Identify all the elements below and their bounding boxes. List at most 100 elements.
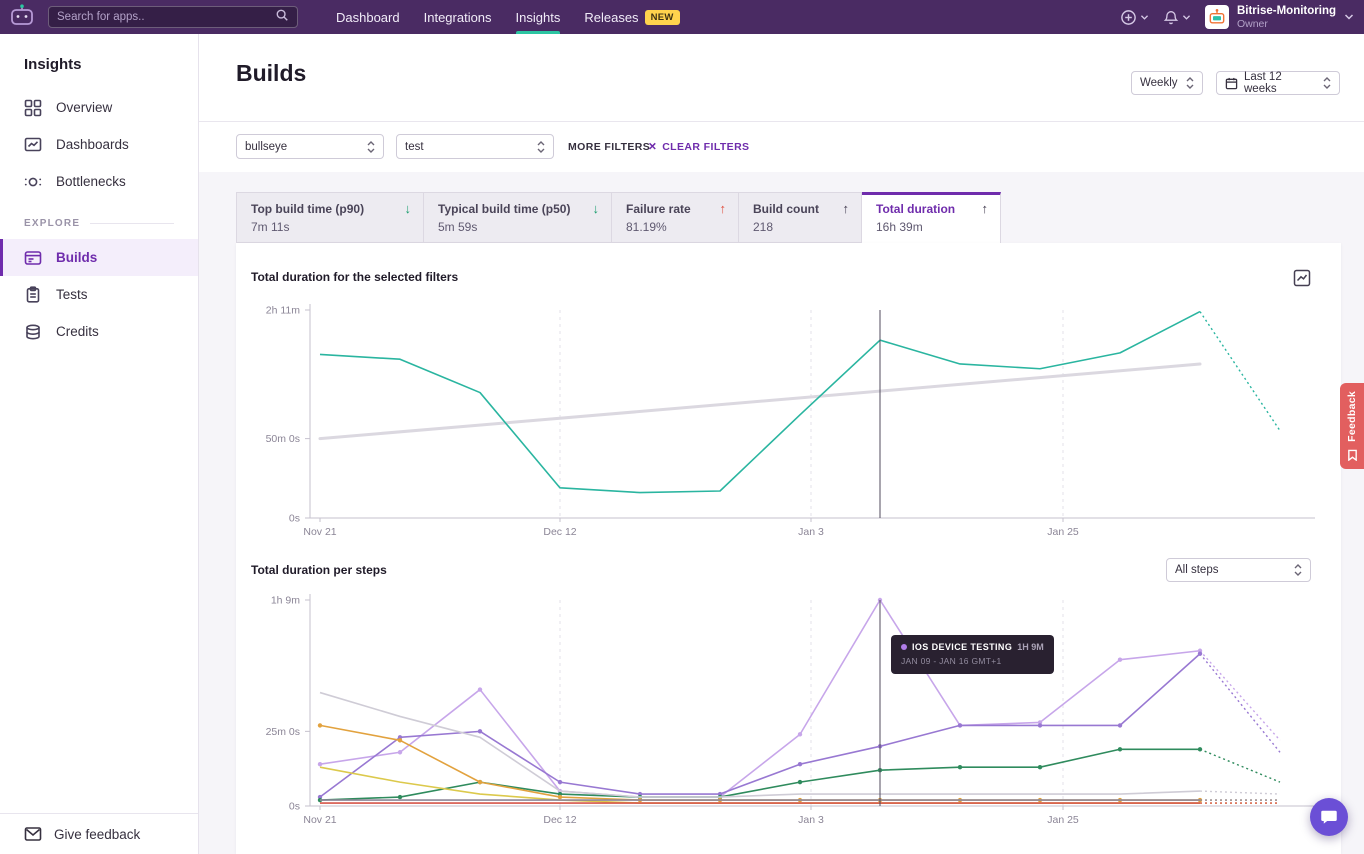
svg-text:Dec 12: Dec 12: [543, 526, 576, 538]
workspace-avatar: [1205, 5, 1229, 29]
tab-failure-rate[interactable]: Failure rate↑ 81.19%: [612, 192, 739, 243]
updown-chevrons-icon: [367, 141, 375, 153]
tooltip-value: 1H 9M: [1017, 642, 1044, 652]
bottleneck-icon: [24, 173, 42, 191]
sidebar-item-label: Bottlenecks: [56, 174, 126, 189]
svg-text:Jan 25: Jan 25: [1047, 526, 1079, 538]
section-divider: [90, 223, 174, 224]
primary-nav: Dashboard Integrations Insights Releases…: [336, 0, 680, 34]
metric-label: Top build time (p90): [251, 202, 364, 216]
date-range-select[interactable]: Last 12 weeks: [1216, 71, 1340, 95]
clear-x-icon: ✕: [648, 141, 657, 153]
chevron-down-icon: [1344, 13, 1354, 21]
nav-releases[interactable]: Releases NEW: [584, 0, 679, 34]
app-filter-select[interactable]: bullseye: [236, 134, 384, 159]
metric-tabs: Top build time (p90) ↓ 7m 11s Typical bui…: [236, 192, 1001, 243]
trend-up-icon: ↑: [974, 201, 989, 216]
chart-tooltip: IOS DEVICE TESTING 1H 9M JAN 09 - JAN 16…: [891, 635, 1054, 674]
new-badge: NEW: [645, 10, 680, 25]
metric-value: 81.19%: [626, 220, 726, 234]
nav-dashboard[interactable]: Dashboard: [336, 0, 400, 34]
bitrise-logo[interactable]: [8, 5, 36, 29]
feedback-side-tab[interactable]: Feedback: [1340, 383, 1364, 469]
plus-circle-icon: [1120, 9, 1137, 26]
period-select[interactable]: Weekly: [1131, 71, 1203, 95]
svg-text:50m 0s: 50m 0s: [266, 433, 300, 445]
nav-integrations[interactable]: Integrations: [424, 0, 492, 34]
tooltip-subtitle: JAN 09 - JAN 16 GMT+1: [901, 656, 1044, 666]
sidebar-item-label: Builds: [56, 250, 97, 265]
workflow-filter-select[interactable]: test: [396, 134, 554, 159]
navbar-right: Bitrise-Monitoring Owner: [1120, 5, 1354, 30]
sidebar-item-builds[interactable]: Builds: [0, 239, 198, 276]
svg-text:Nov 21: Nov 21: [303, 814, 336, 826]
chat-launcher-button[interactable]: [1310, 798, 1348, 836]
more-filters-button[interactable]: MORE FILTERS: [568, 141, 650, 153]
bell-icon: [1163, 9, 1179, 26]
tab-build-count[interactable]: Build count↑ 218: [739, 192, 862, 243]
svg-text:Dec 12: Dec 12: [543, 814, 576, 826]
updown-chevrons-icon: [1186, 77, 1194, 89]
svg-text:Jan 25: Jan 25: [1047, 814, 1079, 826]
svg-text:1h 9m: 1h 9m: [271, 595, 300, 607]
workspace-switcher[interactable]: Bitrise-Monitoring Owner: [1205, 5, 1354, 30]
date-range-value: Last 12 weeks: [1244, 71, 1317, 95]
metric-value: 7m 11s: [251, 220, 411, 234]
explore-section-header: EXPLORE: [24, 218, 174, 229]
tests-icon: [24, 286, 42, 304]
search-input[interactable]: [57, 11, 275, 23]
chevron-down-icon: [1140, 14, 1149, 21]
period-select-value: Weekly: [1140, 77, 1180, 89]
page-title: Builds: [236, 60, 306, 87]
charts-card: Total duration for the selected filters …: [236, 243, 1341, 854]
notifications-button[interactable]: [1163, 9, 1191, 26]
top-navbar: Dashboard Integrations Insights Releases…: [0, 0, 1364, 34]
updown-chevrons-icon: [1323, 77, 1331, 89]
sidebar-item-label: Dashboards: [56, 137, 129, 152]
sidebar-item-credits[interactable]: Credits: [0, 313, 198, 350]
credits-coins-icon: [24, 323, 42, 341]
sidebar-item-bottlenecks[interactable]: Bottlenecks: [0, 163, 198, 200]
trend-down-icon: ↓: [397, 201, 412, 216]
sidebar-item-label: Tests: [56, 287, 88, 302]
give-feedback-link[interactable]: Give feedback: [0, 813, 198, 854]
add-new-button[interactable]: [1120, 9, 1149, 26]
dashboard-chart-icon: [24, 136, 42, 154]
search-icon: [275, 8, 289, 27]
give-feedback-label: Give feedback: [54, 827, 140, 842]
chevron-down-icon: [1182, 14, 1191, 21]
tab-top-build-time[interactable]: Top build time (p90) ↓ 7m 11s: [236, 192, 424, 243]
sidebar-item-dashboards[interactable]: Dashboards: [0, 126, 198, 163]
duration-per-steps-chart[interactable]: 1h 9m25m 0s0sNov 21Dec 12Jan 3Jan 25: [236, 573, 1341, 841]
sidebar-item-overview[interactable]: Overview: [0, 89, 198, 126]
tab-total-duration[interactable]: Total duration ↑ 16h 39m: [862, 192, 1001, 243]
total-duration-chart[interactable]: 2h 11m50m 0s0sNov 21Dec 12Jan 3Jan 25: [236, 290, 1341, 558]
nav-insights[interactable]: Insights: [516, 0, 561, 34]
app-search[interactable]: [48, 6, 298, 28]
nav-releases-label: Releases: [584, 10, 638, 25]
metric-label: Typical build time (p50): [438, 202, 570, 216]
sidebar-title: Insights: [24, 56, 198, 73]
bookmark-icon: [1347, 449, 1358, 461]
nav-integrations-label: Integrations: [424, 10, 492, 25]
sidebar-item-label: Overview: [56, 100, 112, 115]
calendar-icon: [1225, 77, 1238, 90]
metric-value: 16h 39m: [876, 220, 988, 234]
builds-icon: [24, 249, 42, 267]
main-content: Builds Weekly Last 12 weeks bullseye tes…: [199, 34, 1364, 854]
metric-label: Total duration: [876, 202, 955, 216]
header-divider: [199, 121, 1364, 122]
workspace-name: Bitrise-Monitoring: [1237, 5, 1336, 18]
sidebar-item-tests[interactable]: Tests: [0, 276, 198, 313]
trend-up-icon: ↑: [835, 201, 850, 216]
svg-text:Jan 3: Jan 3: [798, 526, 824, 538]
explore-label: EXPLORE: [24, 218, 80, 229]
svg-text:Nov 21: Nov 21: [303, 526, 336, 538]
app-filter-value: bullseye: [245, 141, 361, 153]
add-to-dashboard-icon[interactable]: [1293, 269, 1311, 292]
nav-insights-label: Insights: [516, 10, 561, 25]
clear-filters-button[interactable]: ✕ CLEAR FILTERS: [648, 141, 749, 153]
insights-sidebar: Insights Overview Dashboards Bottlenecks…: [0, 34, 199, 854]
tab-typical-build-time[interactable]: Typical build time (p50)↓ 5m 59s: [424, 192, 612, 243]
metric-label: Build count: [753, 202, 819, 216]
